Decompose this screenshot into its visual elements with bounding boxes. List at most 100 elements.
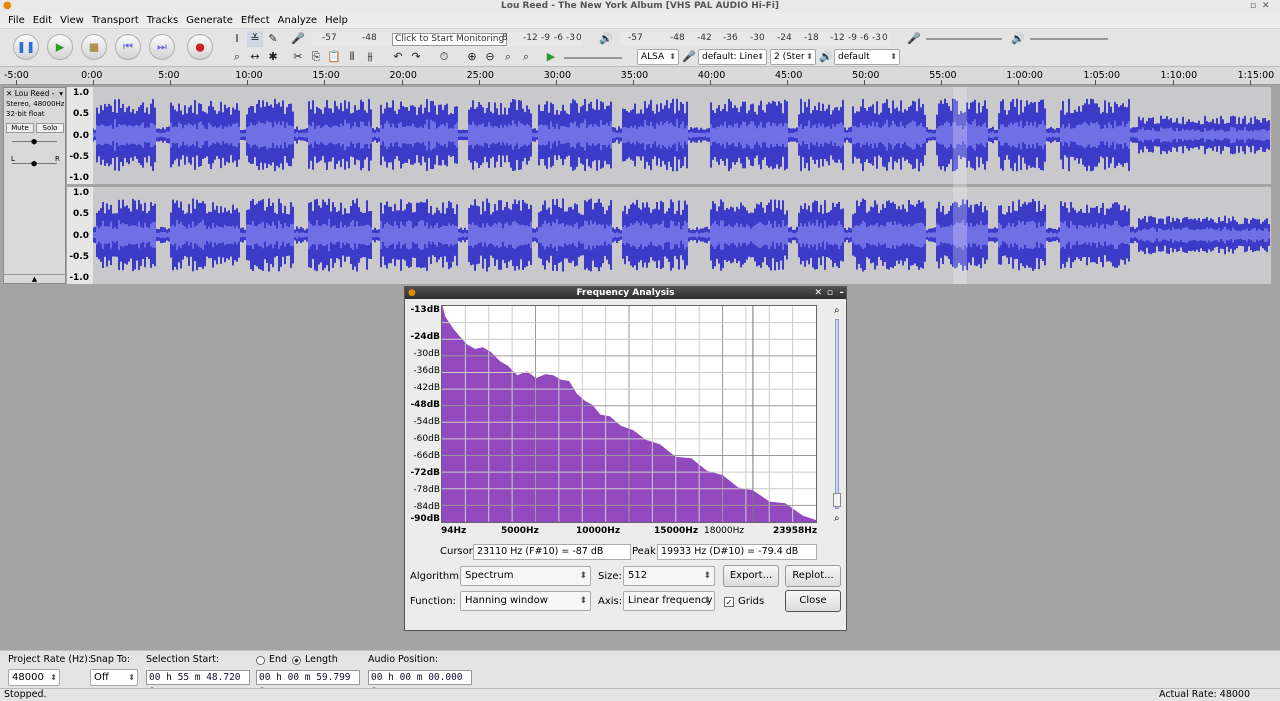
audio-position-field[interactable]: 00 h 00 m 00.000 s: [368, 670, 472, 696]
menu-help[interactable]: Help: [325, 15, 348, 26]
ruler-tick: [1172, 80, 1174, 85]
menu-generate[interactable]: Generate: [186, 15, 233, 26]
meter-tick: -36: [723, 33, 738, 43]
left-channel-waveform[interactable]: [93, 87, 1271, 184]
skip-end-button[interactable]: ⏭: [149, 34, 175, 60]
close-track-icon[interactable]: ✕: [6, 89, 12, 98]
trim-icon[interactable]: ⫴: [344, 49, 360, 65]
dialog-minimize-icon[interactable]: –: [840, 287, 845, 299]
draw-tool-icon[interactable]: ✎: [265, 31, 281, 47]
menu-transport[interactable]: Transport: [92, 15, 139, 26]
zoom-tool-icon[interactable]: ⌕: [229, 49, 245, 65]
meter-tick: -24: [777, 33, 792, 43]
recording-device-select[interactable]: default: Line: [698, 49, 767, 65]
play-at-speed-icon[interactable]: ▶: [543, 49, 559, 65]
dialog-maximize-icon[interactable]: ▫: [827, 287, 833, 299]
zoom-in-icon[interactable]: ⊕: [464, 49, 480, 65]
plot-zoom-out-icon[interactable]: ⌕: [834, 513, 840, 524]
paste-icon[interactable]: 📋: [326, 49, 342, 65]
record-meter-icon[interactable]: 🎤: [290, 31, 306, 47]
grids-checkbox[interactable]: ✓: [724, 597, 734, 607]
track-menu-icon[interactable]: ▾: [59, 89, 63, 99]
meter-tick: -9: [541, 33, 550, 43]
playback-meter-icon[interactable]: 🔊: [598, 31, 614, 47]
meter-tick: -42: [697, 33, 712, 43]
close-button[interactable]: Close: [785, 590, 841, 612]
silence-icon[interactable]: ⫵: [362, 49, 378, 65]
function-select[interactable]: Hanning window: [460, 591, 591, 611]
timeshift-tool-icon[interactable]: ↔: [247, 49, 263, 65]
length-radio[interactable]: [292, 656, 301, 665]
plot-zoom-slider[interactable]: [835, 319, 839, 509]
zoom-out-icon[interactable]: ⊖: [482, 49, 498, 65]
track-name[interactable]: Lou Reed -: [15, 89, 55, 98]
end-radio[interactable]: [256, 656, 265, 665]
plot-zoom-in-icon[interactable]: ⌕: [834, 305, 840, 316]
record-meter[interactable]: -57 -48 Click to Start Monitoring 8 -12 …: [312, 32, 582, 46]
selection-start-field[interactable]: 00 h 55 m 48.720 s: [146, 670, 250, 696]
close-window-icon[interactable]: ✕: [1262, 0, 1270, 12]
menu-effect[interactable]: Effect: [241, 15, 270, 26]
copy-icon[interactable]: ⎘: [308, 49, 324, 65]
snap-to-select[interactable]: Off: [90, 669, 138, 686]
algorithm-select[interactable]: Spectrum: [460, 566, 591, 586]
multi-tool-icon[interactable]: ✱: [265, 49, 281, 65]
menu-file[interactable]: File: [8, 15, 25, 26]
track-format: Stereo, 48000Hz: [6, 100, 65, 108]
playback-device-select[interactable]: default: [834, 49, 900, 65]
menu-analyze[interactable]: Analyze: [278, 15, 317, 26]
meter-tick: -48: [670, 33, 685, 43]
export-button[interactable]: Export...: [723, 565, 779, 587]
play-button[interactable]: ▶: [47, 34, 73, 60]
fit-project-icon[interactable]: ⌕: [518, 49, 534, 65]
scale-label: 0.5: [73, 209, 89, 219]
db-axis-label: -90dB: [410, 514, 440, 524]
mute-button[interactable]: Mute: [6, 123, 34, 133]
fit-selection-icon[interactable]: ⌕: [500, 49, 516, 65]
selection-tool-icon[interactable]: I: [229, 31, 245, 47]
playback-meter[interactable]: -57 -48 -42 -36 -30 -24 -18 -12 -9 -6 -3…: [620, 32, 890, 46]
input-volume-slider[interactable]: [926, 38, 1002, 40]
channels-select[interactable]: 2 (Ster: [770, 49, 816, 65]
menu-edit[interactable]: Edit: [33, 15, 52, 26]
cut-icon[interactable]: ✂: [290, 49, 306, 65]
stop-button[interactable]: ■: [81, 34, 107, 60]
monitor-hint[interactable]: Click to Start Monitoring: [392, 33, 508, 46]
play-speed-slider[interactable]: [564, 57, 622, 59]
output-volume-slider[interactable]: [1030, 38, 1108, 40]
axis-select[interactable]: Linear frequency: [623, 591, 715, 611]
track-control-panel: ✕ Lou Reed - ▾ Stereo, 48000Hz 32-bit fl…: [3, 87, 66, 284]
ruler-label: 50:00: [852, 70, 880, 81]
redo-icon[interactable]: ↷: [408, 49, 424, 65]
collapse-track-icon[interactable]: ▲: [4, 274, 65, 283]
dialog-close-icon[interactable]: ✕: [814, 287, 822, 299]
pause-button[interactable]: ❚❚: [13, 34, 39, 60]
minimize-icon[interactable]: ▫: [1250, 0, 1256, 12]
timeline-ruler[interactable]: -5:00 0:00 5:00 10:00 15:00 20:00 25:00 30:00 35…: [0, 67, 1280, 85]
spectrum-plot[interactable]: [441, 304, 817, 523]
record-button[interactable]: ●: [187, 34, 213, 60]
skip-start-button[interactable]: ⏮: [115, 34, 141, 60]
scale-label: 1.0: [73, 88, 89, 98]
envelope-tool-icon[interactable]: ≚: [247, 31, 263, 47]
db-axis-label: -72dB: [410, 468, 440, 478]
plot-zoom-thumb[interactable]: [833, 493, 841, 507]
menu-view[interactable]: View: [60, 15, 84, 26]
audio-host-select[interactable]: ALSA: [637, 49, 679, 65]
selection-region[interactable]: [953, 87, 967, 284]
solo-button[interactable]: Solo: [36, 123, 64, 133]
project-rate-select[interactable]: 48000: [8, 669, 60, 686]
pan-thumb-icon[interactable]: ⬢: [31, 160, 37, 168]
selection-length-field[interactable]: 00 h 00 m 59.799 s: [256, 670, 360, 696]
sync-lock-icon[interactable]: ⏱: [436, 49, 452, 65]
menu-tracks[interactable]: Tracks: [147, 15, 178, 26]
size-select[interactable]: 512: [623, 566, 715, 586]
right-channel-waveform[interactable]: [93, 187, 1271, 284]
window-title: Lou Reed - The New York Album [VHS PAL A…: [501, 1, 779, 11]
gain-thumb-icon[interactable]: ⬢: [31, 138, 37, 146]
undo-icon[interactable]: ↶: [390, 49, 406, 65]
app-icon: ●: [3, 0, 12, 11]
replot-button[interactable]: Replot...: [785, 565, 841, 587]
ruler-tick: [1018, 80, 1020, 85]
size-label: Size:: [598, 571, 622, 582]
